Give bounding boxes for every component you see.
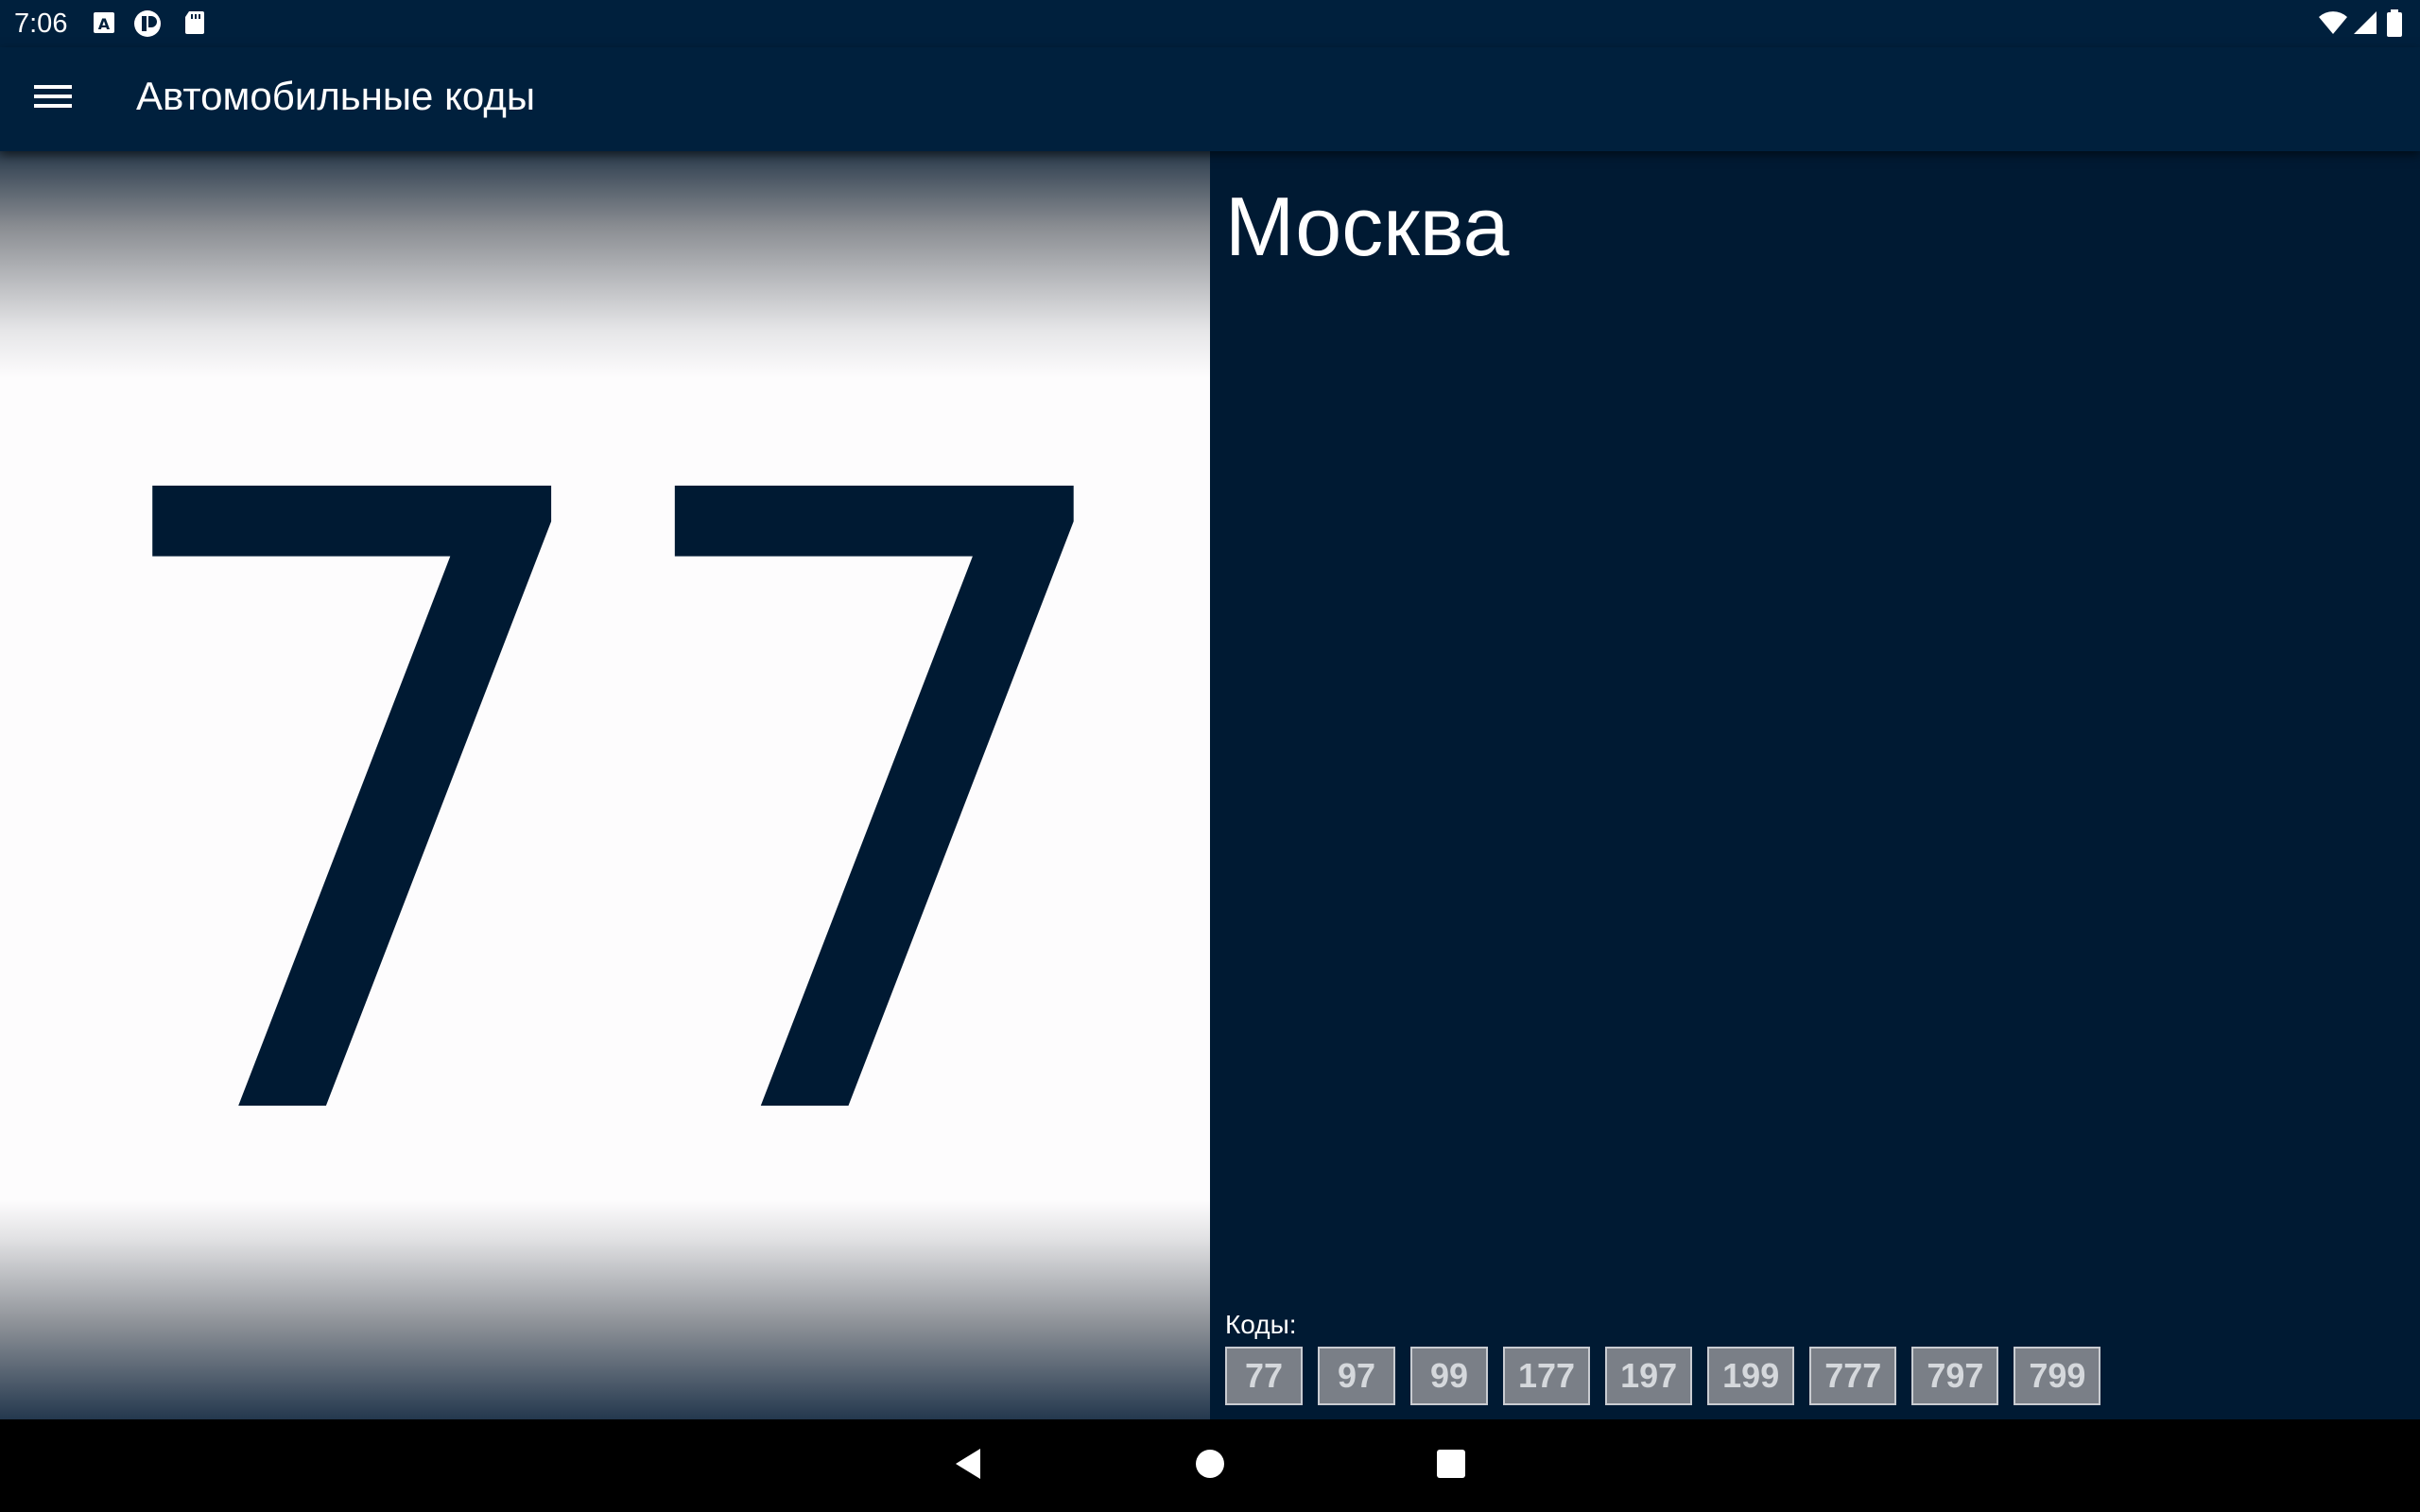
app-screen: 7:06 A Автомобильные коды 77 Москва Коды… xyxy=(0,0,2420,1512)
code-chip[interactable]: 797 xyxy=(1911,1347,1999,1405)
region-info-panel: Москва Коды: 77 97 99 177 197 199 777 79… xyxy=(1210,151,2420,1419)
navigation-bar xyxy=(0,1419,2420,1512)
code-chip[interactable]: 177 xyxy=(1503,1347,1591,1405)
status-time: 7:06 xyxy=(14,9,68,39)
code-chip[interactable]: 97 xyxy=(1318,1347,1395,1405)
code-chip[interactable]: 99 xyxy=(1410,1347,1488,1405)
hamburger-menu-icon xyxy=(34,82,72,115)
plate-number: 77 xyxy=(82,454,1146,1172)
recents-button[interactable] xyxy=(1424,1438,1478,1493)
back-button[interactable] xyxy=(941,1438,995,1493)
code-chip[interactable]: 777 xyxy=(1809,1347,1897,1405)
recents-icon xyxy=(1436,1449,1466,1484)
home-button[interactable] xyxy=(1183,1438,1237,1493)
wifi-icon xyxy=(2318,9,2347,36)
sd-card-icon xyxy=(182,9,208,36)
svg-text:A: A xyxy=(98,15,111,33)
codes-list: 77 97 99 177 197 199 777 797 799 xyxy=(1225,1347,2101,1405)
cell-signal-icon xyxy=(2352,9,2378,36)
menu-button[interactable] xyxy=(23,68,83,129)
back-icon xyxy=(952,1447,984,1486)
battery-icon xyxy=(2386,9,2412,37)
code-chip[interactable]: 77 xyxy=(1225,1347,1303,1405)
app-title: Автомобильные коды xyxy=(136,74,536,118)
code-chip[interactable]: 799 xyxy=(2014,1347,2101,1405)
status-bar: 7:06 A xyxy=(0,0,2420,47)
plate-display: 77 xyxy=(0,151,1210,1419)
font-a-icon: A xyxy=(91,9,117,36)
app-bar: Автомобильные коды xyxy=(0,47,2420,151)
code-chip[interactable]: 197 xyxy=(1605,1347,1693,1405)
region-name: Москва xyxy=(1225,180,1510,273)
codes-label: Коды: xyxy=(1225,1310,1297,1339)
code-chip[interactable]: 199 xyxy=(1707,1347,1795,1405)
home-icon xyxy=(1194,1448,1226,1485)
app-notification-icon xyxy=(133,9,161,37)
